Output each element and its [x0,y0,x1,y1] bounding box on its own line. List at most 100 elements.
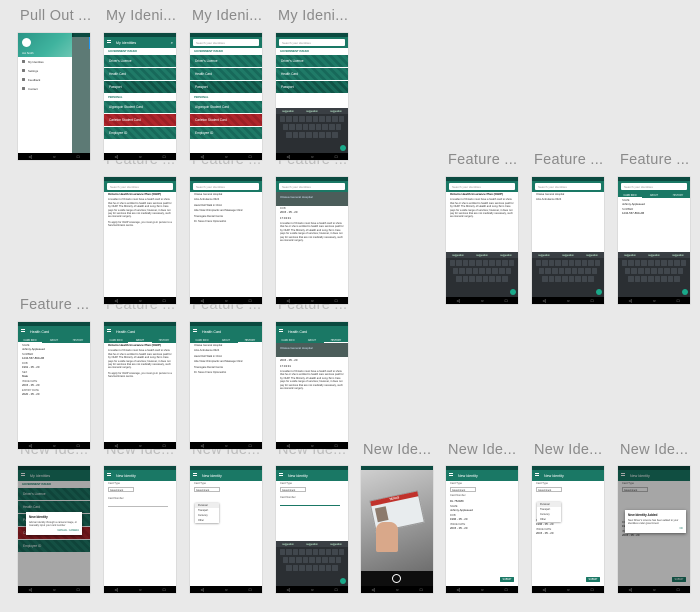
camera-icon[interactable] [392,574,401,583]
history-item[interactable]: Dr. Steve Frans Optometrist [190,219,262,224]
recents-icon[interactable]: □ [591,297,593,304]
home-icon[interactable]: ○ [53,586,55,593]
history-item[interactable]: AGL Ambulance #324 [532,197,604,202]
back-icon[interactable]: ◁ [201,297,204,304]
search-input[interactable]: Search your identities [621,183,687,190]
card-health[interactable]: Health Card [190,68,262,80]
recents-icon[interactable]: □ [163,297,165,304]
search-icon[interactable]: ⌕ [171,40,173,45]
back-icon[interactable]: ◁ [115,586,118,593]
suggestion[interactable]: suggestion [648,254,660,259]
back-icon[interactable]: ◁ [543,297,546,304]
recents-icon[interactable]: □ [249,153,251,160]
back-icon[interactable]: ◁ [629,297,632,304]
back-icon[interactable]: ◁ [201,153,204,160]
option-other[interactable]: Other [195,518,219,523]
card-type-select[interactable]: Government [194,487,220,492]
back-arrow-icon[interactable] [21,329,25,332]
home-icon[interactable]: ○ [139,297,141,304]
keyboard[interactable]: suggestion suggestion suggestion [276,108,348,153]
recents-icon[interactable]: □ [505,297,507,304]
back-arrow-icon[interactable] [279,473,283,476]
card-health[interactable]: Health Card [276,68,348,80]
card-type-select[interactable]: Government [536,487,562,492]
back-icon[interactable]: ◁ [372,586,375,593]
field-value[interactable]: 1996 - 05 - 20 [536,522,600,526]
search-input[interactable]: Search your identities [279,183,345,190]
recents-icon[interactable]: □ [163,586,165,593]
card-passport[interactable]: Passport [276,81,348,93]
field-value[interactable]: 1996 - 05 - 20 [450,517,514,521]
back-arrow-icon[interactable] [193,473,197,476]
back-icon[interactable]: ◁ [287,442,290,449]
home-icon[interactable]: ○ [311,153,313,160]
back-icon[interactable]: ◁ [287,297,290,304]
submit-button[interactable]: SUBMIT [586,577,600,582]
recents-icon[interactable]: □ [505,586,507,593]
recents-icon[interactable]: □ [677,586,679,593]
field-value[interactable]: Johnny Appleseed [450,508,514,512]
search-input[interactable]: Search your identities [535,183,601,190]
suggestion[interactable]: suggestion [476,254,488,259]
menu-icon[interactable] [107,40,111,43]
home-icon[interactable]: ○ [311,442,313,449]
keyboard[interactable]: suggestion suggestion suggestion [618,252,690,297]
back-arrow-icon[interactable] [535,473,539,476]
manual-button[interactable]: MANUAL [57,529,67,532]
card-drivers-licence[interactable]: Driver's Licence [104,55,176,67]
keyboard[interactable]: suggestion suggestion suggestion [532,252,604,297]
card-drivers-licence[interactable]: Driver's Licence [276,55,348,67]
suggestion[interactable]: suggestion [586,254,598,259]
home-icon[interactable]: ○ [311,586,313,593]
suggestion[interactable]: suggestion [672,254,684,259]
suggestion[interactable]: suggestion [562,254,574,259]
home-icon[interactable]: ○ [225,586,227,593]
recents-icon[interactable]: □ [335,297,337,304]
back-icon[interactable]: ◁ [629,586,632,593]
card-type-select[interactable]: Government [108,487,134,492]
recents-icon[interactable]: □ [77,586,79,593]
home-icon[interactable]: ○ [53,442,55,449]
back-icon[interactable]: ◁ [115,442,118,449]
back-icon[interactable]: ◁ [115,153,118,160]
back-icon[interactable]: ◁ [29,153,32,160]
search-input[interactable]: Search your identities [279,39,345,46]
back-arrow-icon[interactable] [449,473,453,476]
home-icon[interactable]: ○ [481,586,483,593]
home-icon[interactable]: ○ [653,586,655,593]
card-type-select[interactable]: Government [280,487,306,492]
camera-button[interactable]: CAMERA [69,529,79,532]
card-employee[interactable]: Employee ID [190,127,262,139]
recents-icon[interactable]: □ [249,442,251,449]
home-icon[interactable]: ○ [567,297,569,304]
home-icon[interactable]: ○ [653,297,655,304]
search-action-icon[interactable] [596,289,602,295]
recents-icon[interactable]: □ [420,586,422,593]
card-passport[interactable]: Passport [104,81,176,93]
option-other[interactable]: Other [537,517,561,522]
card-algonquin[interactable]: Algonquin Student Card [104,101,176,113]
home-icon[interactable]: ○ [53,153,55,160]
back-icon[interactable]: ◁ [457,297,460,304]
keyboard[interactable]: suggestion suggestion suggestion [276,541,348,586]
suggestion[interactable]: suggestion [306,543,318,548]
home-icon[interactable]: ○ [311,297,313,304]
recents-icon[interactable]: □ [249,297,251,304]
home-icon[interactable]: ○ [139,153,141,160]
card-health[interactable]: Health Card [104,68,176,80]
back-arrow-icon[interactable] [107,473,111,476]
drawer-item-settings[interactable]: Settings [18,66,72,75]
home-icon[interactable]: ○ [225,297,227,304]
nav-drawer[interactable]: Jon Smith My Identities Settings Feedbac… [18,33,72,153]
back-icon[interactable]: ◁ [29,586,32,593]
back-icon[interactable]: ◁ [201,442,204,449]
keyboard[interactable]: suggestion suggestion suggestion [446,252,518,297]
suggestion[interactable]: suggestion [500,254,512,259]
recents-icon[interactable]: □ [335,153,337,160]
search-input[interactable]: Search your identities [449,183,515,190]
drawer-item-contact[interactable]: Contact [18,84,72,93]
search-action-icon[interactable] [510,289,516,295]
search-action-icon[interactable] [340,145,346,151]
card-carleton[interactable]: Carleton Student Card [104,114,176,126]
back-icon[interactable]: ◁ [201,586,204,593]
